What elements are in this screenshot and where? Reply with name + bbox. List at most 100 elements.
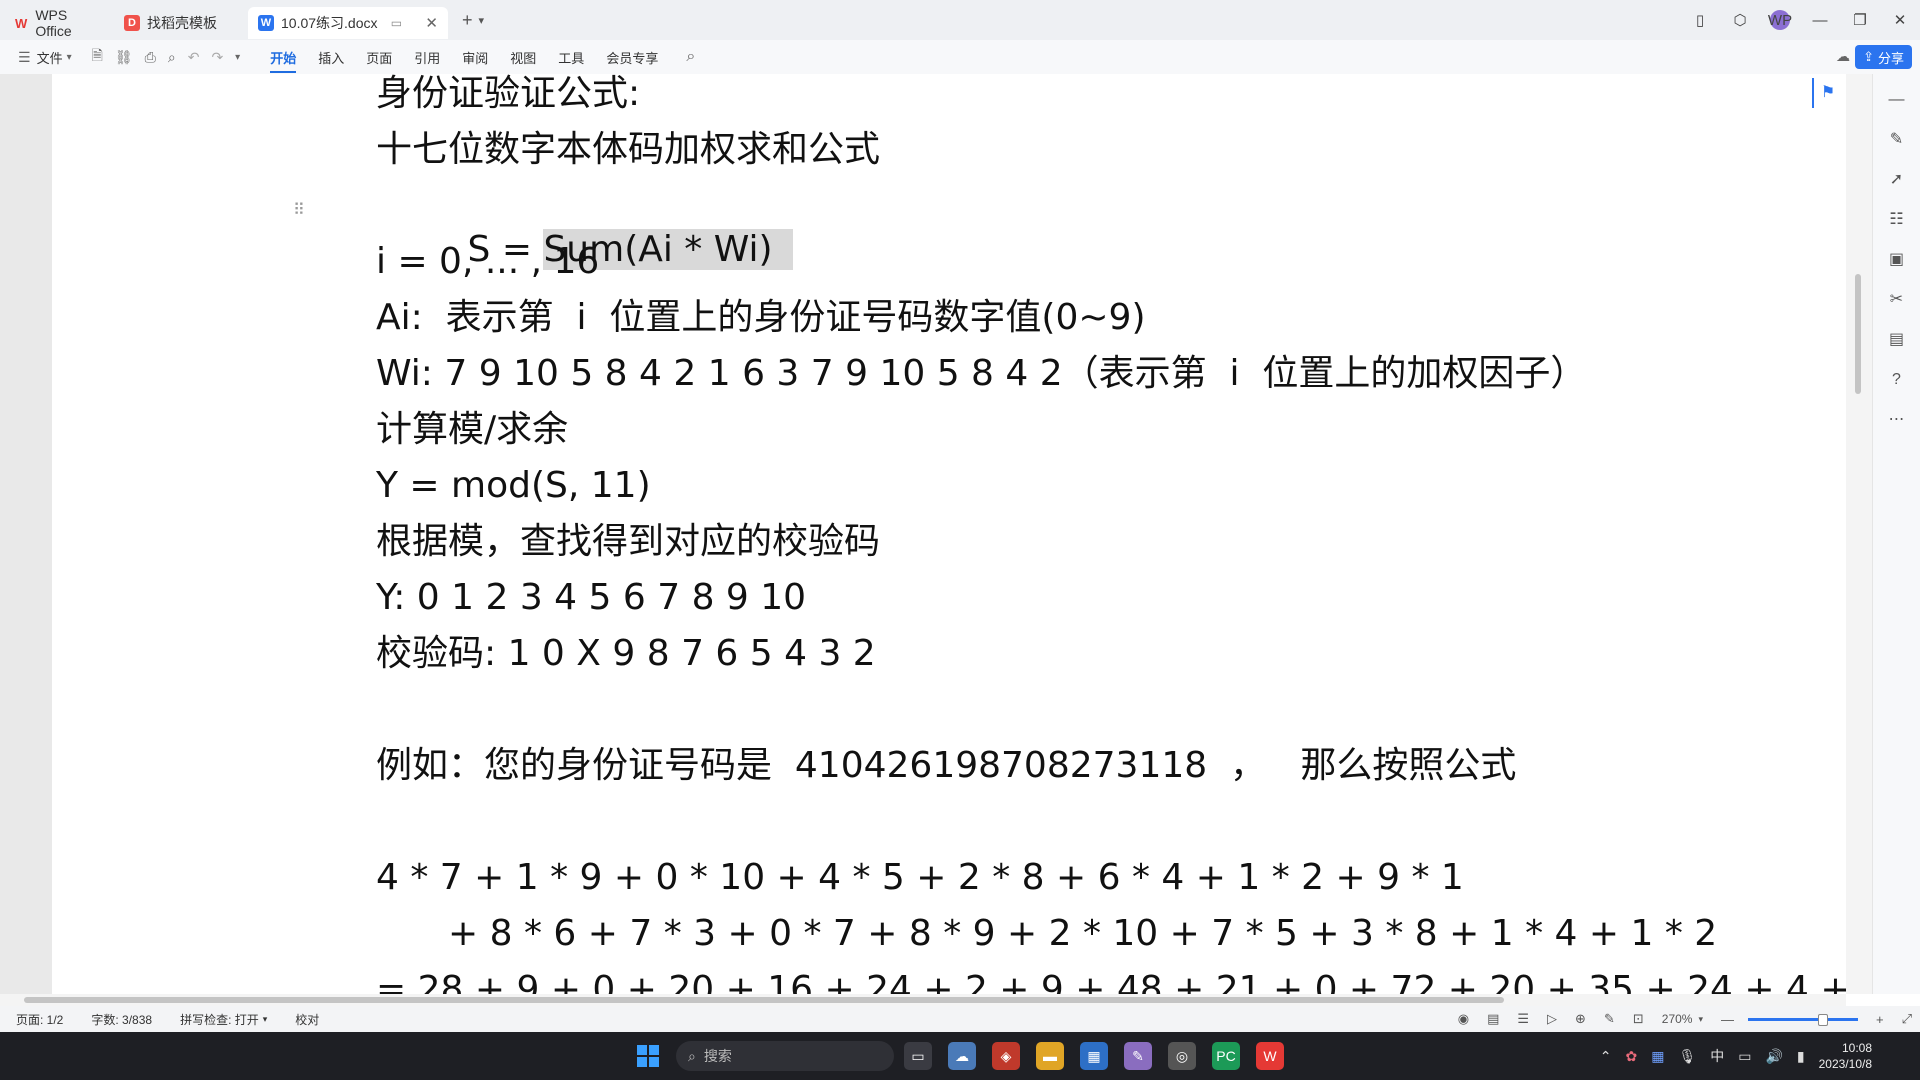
wps-taskbar-icon[interactable]: W bbox=[1256, 1042, 1284, 1070]
app-icon[interactable]: ◈ bbox=[992, 1042, 1020, 1070]
sliders-icon[interactable]: ☷ bbox=[1873, 200, 1920, 240]
zoom-in-icon[interactable]: + bbox=[1876, 1012, 1884, 1027]
minimize-panel-icon[interactable]: — bbox=[1873, 80, 1920, 120]
print-icon[interactable]: ⎙ bbox=[145, 49, 156, 66]
play-icon[interactable]: ▷ bbox=[1547, 1011, 1557, 1027]
doc-line: 校验码: 1 0 X 9 8 7 6 5 4 3 2 bbox=[376, 633, 876, 674]
hamburger-icon[interactable]: ☰ bbox=[18, 49, 31, 66]
widgets-icon[interactable]: ☁ bbox=[948, 1042, 976, 1070]
doc-line: Ai: 表示第 i 位置上的身份证号码数字值(0~9) bbox=[376, 297, 1146, 338]
network-icon[interactable]: ▭ bbox=[1738, 1048, 1751, 1065]
doc-line: 身份证验证公式: bbox=[376, 74, 641, 114]
monitor-icon[interactable]: ▭ bbox=[391, 16, 402, 30]
vertical-scrollbar[interactable] bbox=[1846, 74, 1872, 994]
zoom-out-icon[interactable]: — bbox=[1721, 1012, 1734, 1027]
spellcheck-toggle[interactable]: 拼写检查: 打开 bbox=[180, 1011, 259, 1028]
status-bar: 页面: 1/2 字数: 3/838 拼写检查: 打开 ▾ 校对 ◉ ▤ ☰ ▷ … bbox=[0, 1006, 1920, 1032]
scroll-thumb[interactable] bbox=[24, 997, 1504, 1003]
menu-references[interactable]: 引用 bbox=[414, 42, 440, 73]
share-button[interactable]: ⇪ 分享 bbox=[1855, 45, 1912, 69]
image-edit-icon[interactable]: ▣ bbox=[1873, 240, 1920, 280]
file-explorer-icon[interactable]: ▬ bbox=[1036, 1042, 1064, 1070]
scroll-thumb[interactable] bbox=[1855, 274, 1861, 394]
word-count[interactable]: 字数: 3/838 bbox=[91, 1011, 152, 1028]
chevron-down-icon[interactable]: ▾ bbox=[1698, 1014, 1703, 1025]
volume-icon[interactable]: 🔊 bbox=[1765, 1048, 1782, 1065]
help-icon[interactable]: ? bbox=[1873, 360, 1920, 400]
cube-icon[interactable]: ⬡ bbox=[1720, 11, 1760, 29]
paint-icon[interactable]: ✎ bbox=[1124, 1042, 1152, 1070]
menu-home[interactable]: 开始 bbox=[270, 42, 297, 73]
chevron-down-icon[interactable]: ▾ bbox=[263, 1014, 268, 1025]
tab-wps-office[interactable]: W WPS Office bbox=[4, 7, 110, 39]
globe-icon[interactable]: ⊕ bbox=[1575, 1011, 1586, 1027]
tab-label: 10.07练习.docx bbox=[281, 15, 378, 31]
page-view-icon[interactable]: ▤ bbox=[1487, 1011, 1499, 1027]
fit-page-icon[interactable]: ⊡ bbox=[1633, 1011, 1644, 1027]
cloud-icon[interactable]: ☁ bbox=[1836, 48, 1850, 65]
document-page[interactable]: ⠿ 身份证验证公式: 十七位数字本体码加权求和公式 S = Sum(Ai * W… bbox=[52, 74, 1846, 994]
taskbar-search[interactable]: ⌕ 搜索 bbox=[676, 1041, 894, 1071]
new-tab-icon[interactable]: + bbox=[462, 10, 473, 31]
chrome-icon[interactable]: ◎ bbox=[1168, 1042, 1196, 1070]
undo-icon[interactable]: ↶ bbox=[188, 49, 200, 66]
avatar[interactable]: WP bbox=[1768, 10, 1792, 30]
window-controls: ▯ ⬡ WP — ❐ ✕ bbox=[1680, 0, 1920, 40]
wps-icon: W bbox=[15, 15, 28, 31]
doc-line: + 8 * 6 + 7 * 3 + 0 * 7 + 8 * 9 + 2 * 10… bbox=[448, 913, 1718, 954]
fullscreen-icon[interactable]: ⤢ bbox=[1902, 1011, 1912, 1027]
save-icon[interactable]: 🗎 bbox=[92, 45, 103, 69]
chevron-down-icon[interactable]: ▾ bbox=[235, 52, 240, 63]
task-view-icon[interactable]: ▭ bbox=[904, 1042, 932, 1070]
clock-time: 10:08 bbox=[1841, 1041, 1872, 1055]
zoom-slider[interactable] bbox=[1748, 1013, 1858, 1026]
chevron-up-icon[interactable]: ⌃ bbox=[1600, 1048, 1612, 1065]
close-tab-icon[interactable]: ✕ bbox=[425, 14, 438, 32]
zoom-level[interactable]: 270% bbox=[1662, 1012, 1693, 1026]
tools-icon[interactable]: ✂ bbox=[1873, 280, 1920, 320]
clock[interactable]: 10:08 2023/10/8 bbox=[1819, 1040, 1872, 1072]
tab-docer-templates[interactable]: D 找稻壳模板 bbox=[114, 7, 244, 39]
restore-icon[interactable]: ❐ bbox=[1840, 11, 1880, 29]
pycharm-icon[interactable]: PC bbox=[1212, 1042, 1240, 1070]
tab-document[interactable]: W 10.07练习.docx ▭ ✕ bbox=[248, 7, 448, 39]
minimize-icon[interactable]: — bbox=[1800, 12, 1840, 29]
proofread-button[interactable]: 校对 bbox=[295, 1011, 319, 1028]
outline-view-icon[interactable]: ☰ bbox=[1517, 1011, 1529, 1027]
link-icon[interactable]: ⛓ bbox=[115, 49, 133, 66]
eye-icon[interactable]: ◉ bbox=[1458, 1011, 1469, 1027]
tray-app-icon[interactable]: ✿ bbox=[1625, 1048, 1637, 1065]
location-pin-icon[interactable]: ⚑ bbox=[1812, 78, 1842, 108]
redo-icon[interactable]: ↷ bbox=[211, 49, 223, 66]
more-icon[interactable]: ⋯ bbox=[1873, 400, 1920, 440]
ime-indicator[interactable]: 中 bbox=[1710, 1046, 1724, 1066]
windows-start-icon[interactable] bbox=[637, 1045, 659, 1067]
battery-icon[interactable]: ▮ bbox=[1797, 1048, 1805, 1065]
layout-icon[interactable]: ▯ bbox=[1680, 11, 1720, 29]
menu-member[interactable]: 会员专享 bbox=[606, 42, 658, 73]
book-icon[interactable]: ▤ bbox=[1873, 320, 1920, 360]
menu-view[interactable]: 视图 bbox=[510, 42, 536, 73]
menu-page[interactable]: 页面 bbox=[366, 42, 392, 73]
pen-icon[interactable]: ✎ bbox=[1604, 1011, 1615, 1027]
chevron-down-icon[interactable]: ▾ bbox=[479, 14, 485, 27]
close-window-icon[interactable]: ✕ bbox=[1880, 11, 1920, 29]
drag-handle-icon[interactable]: ⠿ bbox=[293, 200, 305, 220]
menu-tools[interactable]: 工具 bbox=[558, 42, 584, 73]
tray-grid-icon[interactable]: ▦ bbox=[1651, 1048, 1664, 1065]
file-menu[interactable]: 文件 bbox=[37, 48, 63, 67]
pen-icon[interactable]: ✎ bbox=[1873, 120, 1920, 160]
horizontal-scrollbar[interactable] bbox=[0, 994, 1846, 1006]
store-icon[interactable]: ▦ bbox=[1080, 1042, 1108, 1070]
search-icon[interactable]: ⌕ bbox=[686, 48, 695, 66]
ribbon: ☰ 文件 ▾ 🗎 ⛓ ⎙ ⌕ ↶ ↷ ▾ 开始 插入 页面 引用 审阅 视图 工… bbox=[0, 40, 1920, 74]
menu-review[interactable]: 审阅 bbox=[462, 42, 488, 73]
title-bar: W WPS Office D 找稻壳模板 W 10.07练习.docx ▭ ✕ … bbox=[0, 0, 1920, 40]
page-indicator[interactable]: 页面: 1/2 bbox=[16, 1011, 63, 1028]
cursor-icon[interactable]: ➚ bbox=[1873, 160, 1920, 200]
menu-insert[interactable]: 插入 bbox=[318, 42, 344, 73]
chevron-down-icon[interactable]: ▾ bbox=[67, 52, 72, 63]
search-placeholder: 搜索 bbox=[703, 1048, 732, 1064]
microphone-icon[interactable]: 🎙 bbox=[1678, 1048, 1696, 1065]
print-preview-icon[interactable]: ⌕ bbox=[168, 49, 176, 66]
